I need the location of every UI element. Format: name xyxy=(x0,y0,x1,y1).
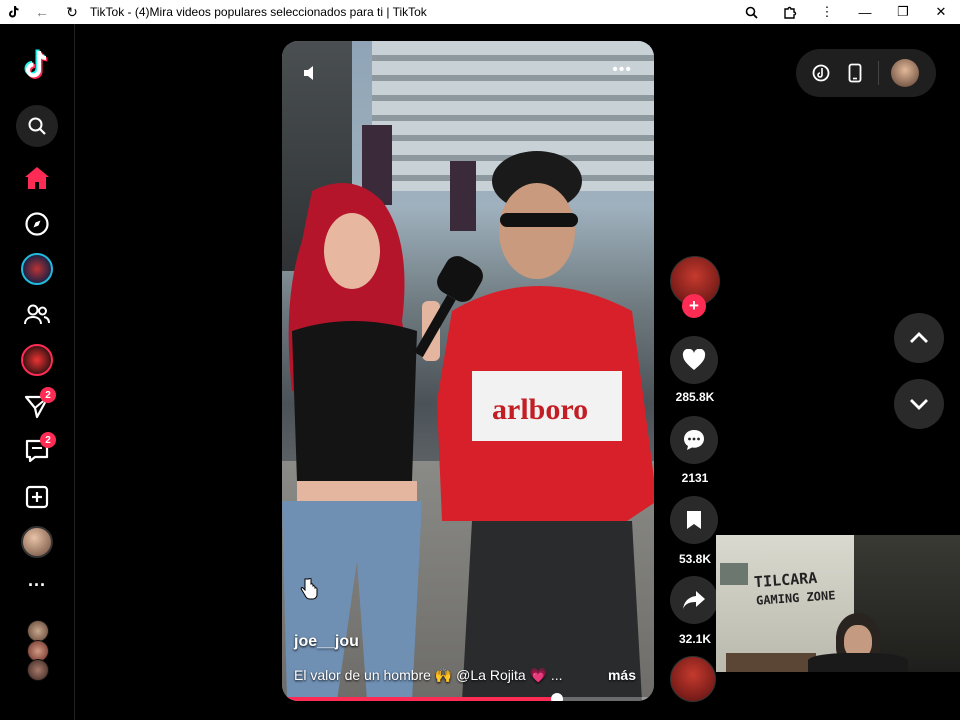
user-avatar[interactable] xyxy=(891,59,919,87)
nav-live-avatar[interactable] xyxy=(16,248,58,290)
webcam-overlay: TILCARA GAMING ZONE xyxy=(716,535,960,672)
man-figure: arlboro xyxy=(437,151,654,701)
left-sidebar: 2 2 ··· xyxy=(0,24,75,720)
back-arrow-icon[interactable]: ← xyxy=(32,2,52,22)
video-progress-bar[interactable] xyxy=(282,693,654,701)
nav-upload[interactable] xyxy=(16,476,58,518)
nav-home[interactable] xyxy=(16,157,58,199)
nav-inbox[interactable]: 2 xyxy=(16,430,58,472)
close-icon[interactable]: ✕ xyxy=(922,0,960,24)
reload-icon[interactable]: ↻ xyxy=(62,2,82,22)
like-button[interactable] xyxy=(670,336,718,384)
nav-friends-avatar[interactable] xyxy=(16,339,58,381)
next-video-button[interactable] xyxy=(894,379,944,429)
comment-button[interactable] xyxy=(670,416,718,464)
live-avatar xyxy=(21,253,53,285)
video-options-icon[interactable]: ••• xyxy=(612,61,632,79)
caption-more-link[interactable]: más xyxy=(608,667,636,683)
bookmark-icon xyxy=(687,511,701,529)
webcam-furniture xyxy=(726,653,816,672)
share-button[interactable] xyxy=(670,576,718,624)
volume-icon[interactable] xyxy=(302,63,322,88)
kebab-menu-icon[interactable]: ⋮ xyxy=(808,0,846,24)
tiktok-logo[interactable] xyxy=(22,48,52,82)
nav-messages[interactable]: 2 xyxy=(16,385,58,427)
chevron-down-icon xyxy=(910,399,928,410)
save-button[interactable] xyxy=(670,496,718,544)
progress-knob[interactable] xyxy=(551,693,564,701)
comment-count: 2131 xyxy=(681,471,709,485)
following-avatar-3[interactable] xyxy=(27,659,49,681)
window-title: TikTok - (4)Mira videos populares selecc… xyxy=(90,5,427,19)
video-username[interactable]: joe__jou xyxy=(294,633,359,651)
heart-icon xyxy=(682,349,706,370)
svg-text:arlboro: arlboro xyxy=(492,393,588,426)
progress-fill xyxy=(282,697,558,701)
webcam-person-body xyxy=(808,653,908,672)
top-right-controls xyxy=(796,49,936,97)
chevron-up-icon xyxy=(910,332,928,343)
nav-explore[interactable] xyxy=(16,203,58,245)
comment-icon xyxy=(684,430,704,450)
nav-following[interactable] xyxy=(16,294,58,336)
zoom-icon[interactable] xyxy=(732,0,770,24)
previous-video-button[interactable] xyxy=(894,313,944,363)
hand-cursor-icon xyxy=(300,577,318,605)
browser-title-bar: ← ↻ TikTok - (4)Mira videos populares se… xyxy=(0,0,960,24)
phone-icon[interactable] xyxy=(840,58,870,88)
users-icon xyxy=(24,304,50,325)
restore-icon[interactable]: ❐ xyxy=(884,0,922,24)
pill-divider xyxy=(878,61,879,85)
search-button[interactable] xyxy=(16,105,58,147)
webcam-poster xyxy=(720,563,748,585)
profile-avatar xyxy=(21,526,53,558)
sound-avatar[interactable] xyxy=(670,656,716,702)
nav-profile[interactable] xyxy=(16,521,58,563)
tiktok-app-icon xyxy=(6,4,22,20)
inbox-badge: 2 xyxy=(40,432,56,448)
like-count: 285.8K xyxy=(675,390,715,404)
search-icon xyxy=(28,117,46,135)
messages-badge: 2 xyxy=(40,387,56,403)
minimize-icon[interactable]: — xyxy=(846,0,884,24)
friend-avatar xyxy=(21,344,53,376)
nav-more[interactable]: ··· xyxy=(16,564,58,606)
upload-plus-icon xyxy=(25,485,49,509)
video-player[interactable]: arlboro ••• joe__jou El valor de un homb… xyxy=(282,41,654,701)
video-caption: El valor de un hombre 🙌 @La Rojita 💗 ... xyxy=(294,667,563,683)
follow-plus-button[interactable]: + xyxy=(682,294,706,318)
tiktok-mini-icon[interactable] xyxy=(806,58,836,88)
extensions-icon[interactable] xyxy=(770,0,808,24)
home-icon xyxy=(25,167,49,189)
compass-icon xyxy=(25,212,49,236)
following-avatar-1[interactable] xyxy=(27,620,49,642)
share-arrow-icon xyxy=(683,591,705,609)
